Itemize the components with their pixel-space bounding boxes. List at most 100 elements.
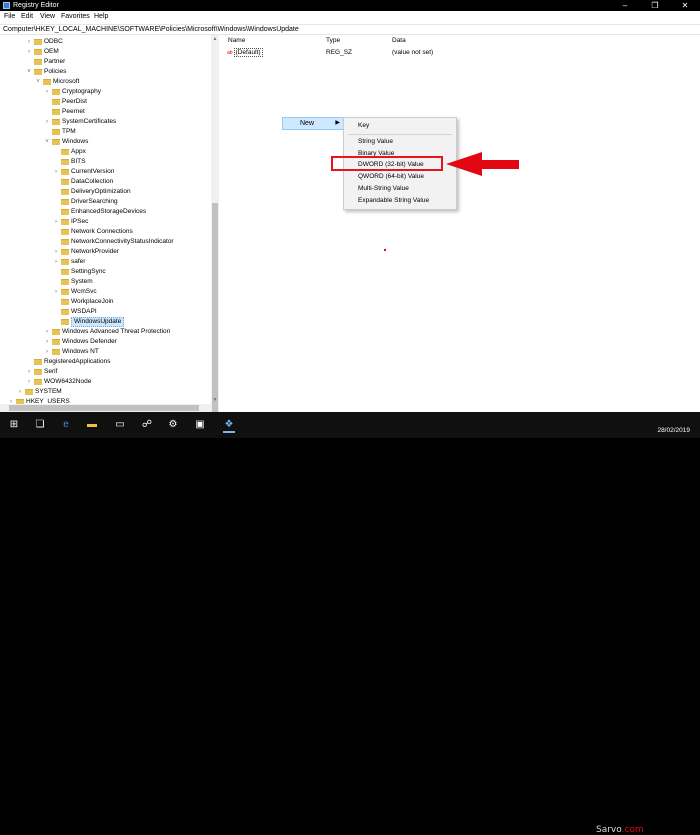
column-header-name[interactable]: Name <box>228 37 245 44</box>
expand-chevron-icon[interactable]: › <box>44 327 50 337</box>
settings-icon[interactable]: ⚙ <box>167 419 179 431</box>
taskbar-date[interactable]: 28/02/2019 <box>640 426 690 435</box>
submenu-item-qword-value[interactable]: QWORD (64-bit) Value <box>344 171 456 182</box>
tree-item-label: NetworkConnectivityStatusIndicator <box>71 238 174 245</box>
edge-icon[interactable]: e <box>60 419 72 431</box>
scroll-thumb[interactable] <box>212 203 218 413</box>
submenu-item-key[interactable]: Key <box>344 120 456 131</box>
tree-horizontal-scrollbar[interactable] <box>0 404 211 412</box>
expand-chevron-icon[interactable]: › <box>53 287 59 297</box>
tree-item[interactable]: WindowsUpdate <box>53 317 218 327</box>
expand-chevron-icon[interactable]: › <box>26 367 32 377</box>
tree-item[interactable]: DataCollection <box>53 177 218 187</box>
tree-item[interactable]: RegisteredApplications <box>26 357 218 367</box>
title-bar: Registry Editor – ❐ ✕ <box>0 0 700 11</box>
tree-item[interactable]: › IPSec <box>53 217 218 227</box>
column-header-type[interactable]: Type <box>326 37 340 44</box>
cursor-dot <box>384 249 386 251</box>
expand-chevron-icon[interactable]: › <box>44 117 50 127</box>
tree-item[interactable]: › Windows Defender <box>44 337 218 347</box>
context-menu-new[interactable]: New ▶ <box>282 117 344 130</box>
tree-item[interactable]: DriverSearching <box>53 197 218 207</box>
close-button[interactable]: ✕ <box>670 0 700 11</box>
submenu-item-string-value[interactable]: String Value <box>344 136 456 147</box>
menu-edit[interactable]: Edit <box>21 13 33 20</box>
tree-item-label: Windows Defender <box>62 338 117 345</box>
column-header-data[interactable]: Data <box>392 37 406 44</box>
submenu-item-multi-string-value[interactable]: Multi-String Value <box>344 183 456 194</box>
tree-item[interactable]: EnhancedStorageDevices <box>53 207 218 217</box>
menu-bar: File Edit View Favorites Help <box>0 11 700 23</box>
tree-item[interactable]: BITS <box>53 157 218 167</box>
address-bar[interactable]: Computer\HKEY_LOCAL_MACHINE\SOFTWARE\Pol… <box>0 24 700 35</box>
tree-vertical-scrollbar[interactable]: ▲ ▼ <box>211 35 219 413</box>
store-icon[interactable]: ▣ <box>194 419 206 431</box>
tree-item-label: Windows NT <box>62 348 99 355</box>
restore-button[interactable]: ❐ <box>640 0 670 11</box>
tree-item[interactable]: TPM <box>44 127 218 137</box>
tree-item[interactable]: ˅ Policies <box>26 67 218 77</box>
tree-item[interactable]: › Cryptography <box>44 87 218 97</box>
tree-item[interactable]: › WcmSvc <box>53 287 218 297</box>
expand-chevron-icon[interactable]: › <box>53 167 59 177</box>
expand-chevron-icon[interactable]: › <box>26 37 32 47</box>
regedit-icon[interactable]: ❖ <box>223 419 235 433</box>
tree-item[interactable]: › WOW6432Node <box>26 377 218 387</box>
tree-item[interactable]: Peernet <box>44 107 218 117</box>
expand-chevron-icon[interactable]: › <box>53 257 59 267</box>
tree-item[interactable]: NetworkConnectivityStatusIndicator <box>53 237 218 247</box>
tree-item[interactable]: › SYSTEM <box>17 387 218 397</box>
tree-item[interactable]: ˅ Microsoft <box>35 77 218 87</box>
tree-item[interactable]: › SystemCertificates <box>44 117 218 127</box>
expand-chevron-icon[interactable]: › <box>44 87 50 97</box>
expand-chevron-icon[interactable]: ˅ <box>26 67 32 77</box>
submenu-arrow-icon: ▶ <box>335 120 340 126</box>
tree-item[interactable]: › Windows Advanced Threat Protection <box>44 327 218 337</box>
tree-item[interactable]: PeerDist <box>44 97 218 107</box>
expand-chevron-icon[interactable]: › <box>44 337 50 347</box>
tree-item[interactable]: SettingSync <box>53 267 218 277</box>
expand-chevron-icon[interactable]: › <box>26 47 32 57</box>
tree-item[interactable]: › Serif <box>26 367 218 377</box>
expand-chevron-icon[interactable]: › <box>17 387 23 397</box>
tree-item[interactable]: WSDAPI <box>53 307 218 317</box>
network-icon[interactable]: ☍ <box>141 419 153 431</box>
menu-file[interactable]: File <box>4 13 15 20</box>
expand-chevron-icon[interactable]: ˅ <box>44 137 50 147</box>
hscroll-thumb[interactable] <box>9 405 199 411</box>
file-explorer-icon[interactable]: ▬ <box>86 419 98 431</box>
submenu-item-expandable-string-value[interactable]: Expandable String Value <box>344 195 456 206</box>
command-prompt-icon[interactable]: ▭ <box>114 419 126 431</box>
folder-icon <box>61 189 69 195</box>
tree-item[interactable]: System <box>53 277 218 287</box>
expand-chevron-icon[interactable]: ˅ <box>35 77 41 87</box>
tree-item[interactable]: WorkplaceJoin <box>53 297 218 307</box>
task-view-icon[interactable]: ❏ <box>34 419 46 431</box>
menu-view[interactable]: View <box>40 13 55 20</box>
tree-item[interactable]: › safer <box>53 257 218 267</box>
values-pane[interactable]: Name Type Data ab (Default) REG_SZ (value… <box>220 35 700 412</box>
tree-item[interactable]: › ODBC <box>26 37 218 47</box>
tree-item[interactable]: Appx <box>53 147 218 157</box>
expand-chevron-icon[interactable]: › <box>26 377 32 387</box>
tree-item[interactable]: › CurrentVersion <box>53 167 218 177</box>
registry-tree[interactable]: › ODBC › OEM Partner ˅ Policies ˅ Microsoft › Cryp… <box>0 35 219 412</box>
expand-chevron-icon[interactable]: › <box>53 247 59 257</box>
menu-help[interactable]: Help <box>94 13 108 20</box>
value-row[interactable]: ab (Default) <box>227 48 263 58</box>
tree-item[interactable]: › NetworkProvider <box>53 247 218 257</box>
windows-start-icon[interactable]: ⊞ <box>8 419 20 431</box>
expand-chevron-icon[interactable]: › <box>44 347 50 357</box>
expand-chevron-icon[interactable]: › <box>53 217 59 227</box>
tree-item[interactable]: DeliveryOptimization <box>53 187 218 197</box>
tree-item[interactable]: Partner <box>26 57 218 67</box>
menu-favorites[interactable]: Favorites <box>61 13 90 20</box>
scroll-down-icon[interactable]: ▼ <box>211 396 219 404</box>
tree-item[interactable]: Network Connections <box>53 227 218 237</box>
scroll-up-icon[interactable]: ▲ <box>211 35 219 43</box>
tree-item-label: Windows <box>62 138 89 145</box>
tree-item[interactable]: ˅ Windows <box>44 137 218 147</box>
tree-item[interactable]: › OEM <box>26 47 218 57</box>
tree-item[interactable]: › Windows NT <box>44 347 218 357</box>
minimize-button[interactable]: – <box>610 0 640 11</box>
